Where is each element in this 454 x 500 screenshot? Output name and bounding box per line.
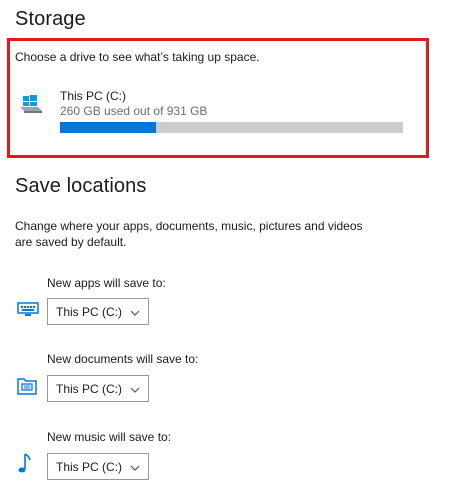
documents-location-value: This PC (C:) bbox=[56, 381, 122, 396]
storage-usage-bar bbox=[60, 122, 403, 133]
chevron-down-icon bbox=[130, 384, 140, 394]
save-locations-description-line1: Change where your apps, documents, music… bbox=[15, 219, 363, 233]
apps-location-value: This PC (C:) bbox=[56, 304, 122, 319]
storage-description: Choose a drive to see what’s taking up s… bbox=[15, 50, 260, 64]
music-note-icon bbox=[18, 452, 34, 479]
documents-location-select[interactable]: This PC (C:) bbox=[47, 375, 149, 402]
apps-save-label: New apps will save to: bbox=[47, 276, 166, 290]
documents-save-label: New documents will save to: bbox=[47, 352, 199, 366]
drive-name: This PC (C:) bbox=[60, 89, 126, 103]
music-location-select[interactable]: This PC (C:) bbox=[47, 453, 149, 480]
music-save-label: New music will save to: bbox=[47, 430, 172, 444]
storage-usage-fill bbox=[60, 122, 156, 133]
chevron-down-icon bbox=[130, 462, 140, 472]
document-folder-icon bbox=[17, 376, 37, 401]
music-location-value: This PC (C:) bbox=[56, 459, 122, 474]
drive-windows-icon bbox=[20, 95, 42, 118]
save-locations-heading: Save locations bbox=[15, 175, 147, 197]
apps-location-select[interactable]: This PC (C:) bbox=[47, 298, 149, 325]
save-locations-description-line2: are saved by default. bbox=[15, 235, 127, 249]
storage-heading: Storage bbox=[15, 8, 86, 30]
monitor-keyboard-icon bbox=[17, 302, 39, 323]
drive-usage: 260 GB used out of 931 GB bbox=[60, 104, 208, 118]
chevron-down-icon bbox=[130, 307, 140, 317]
